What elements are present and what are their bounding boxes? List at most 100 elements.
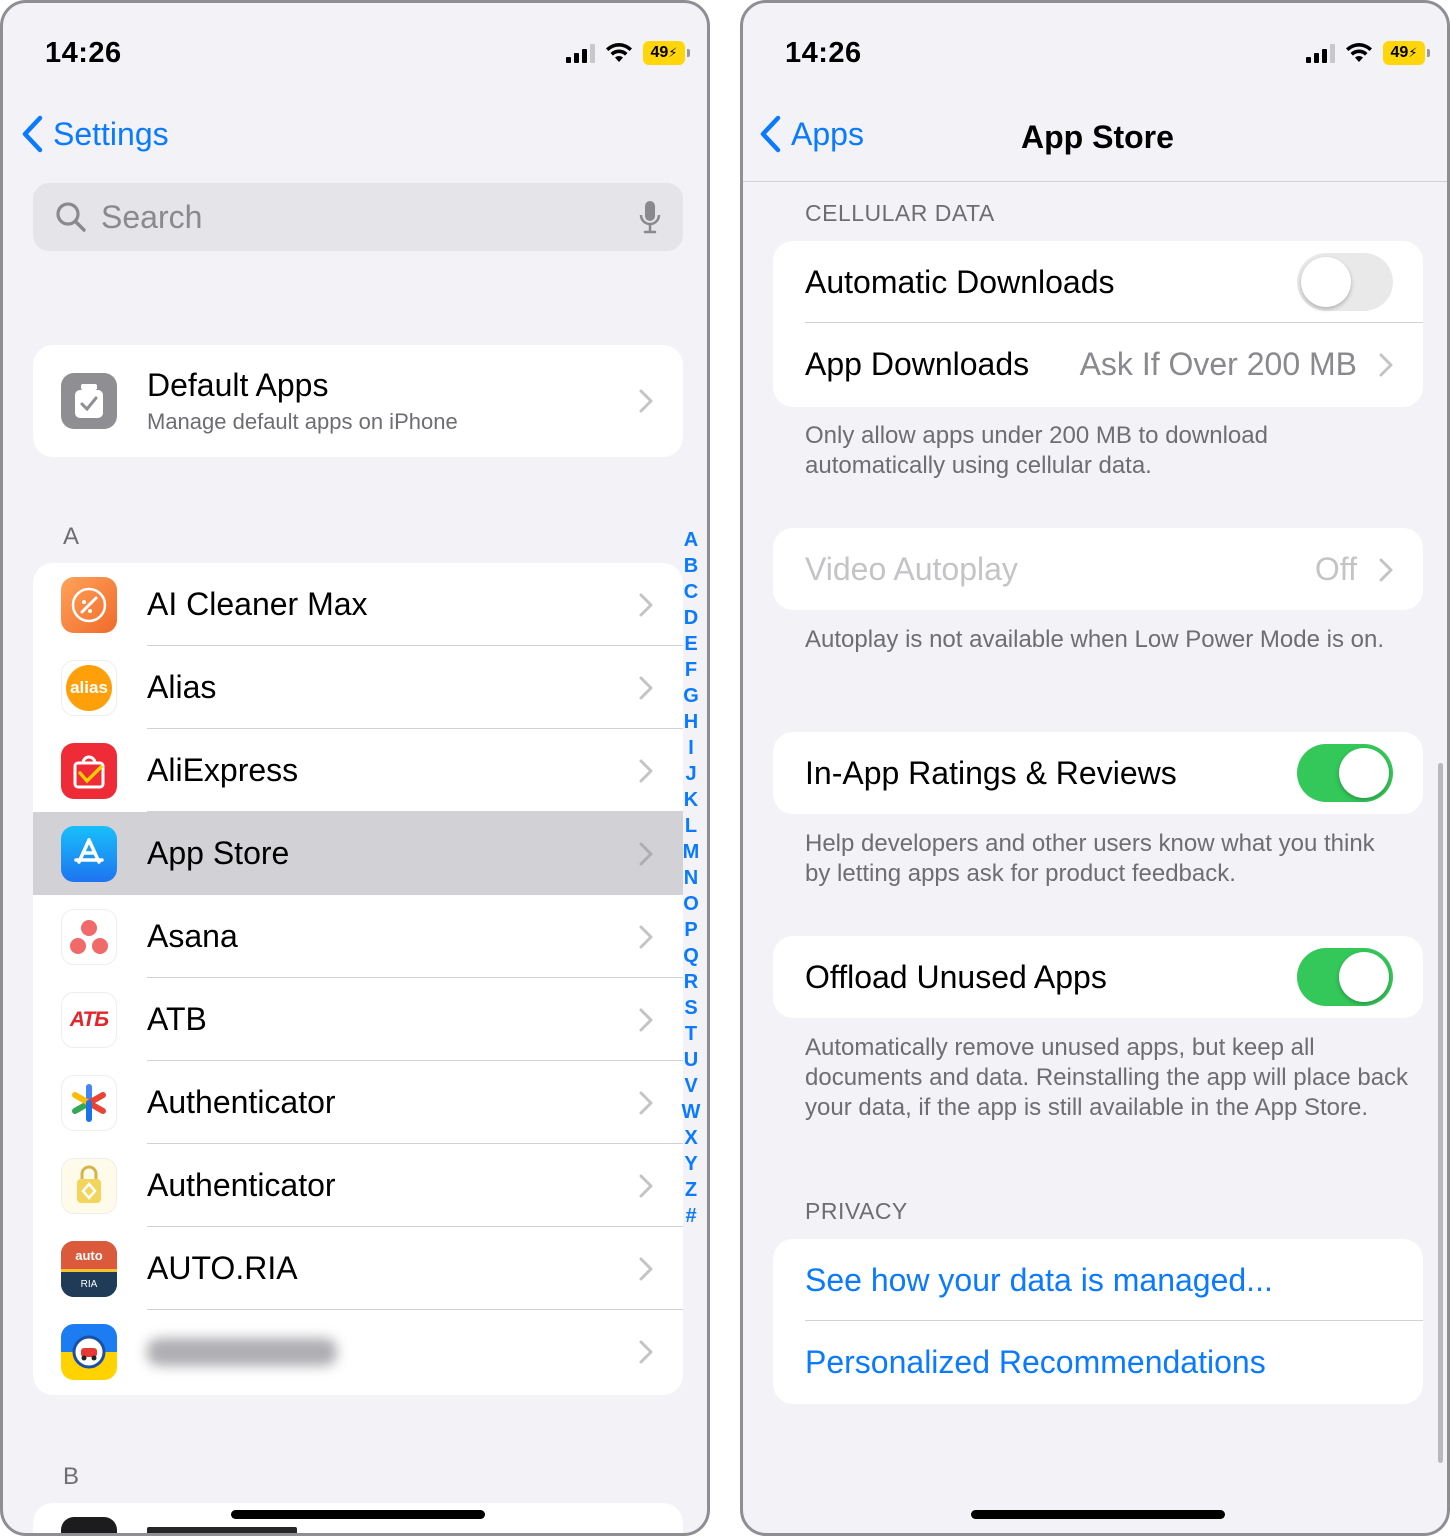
index-letter[interactable]: M: [683, 839, 700, 865]
cellular-signal-icon: [1306, 43, 1335, 63]
asana-icon: [61, 909, 117, 965]
charging-bolt-icon: ⚡: [668, 45, 678, 60]
default-apps-row[interactable]: Default Apps Manage default apps on iPho…: [33, 345, 683, 457]
index-letter[interactable]: K: [684, 787, 698, 813]
atb-icon: ATБ: [61, 992, 117, 1048]
chevron-right-icon: [639, 1174, 653, 1198]
video-autoplay-label: Video Autoplay: [805, 550, 1018, 587]
home-indicator[interactable]: [231, 1510, 485, 1519]
default-apps-title: Default Apps: [147, 367, 329, 403]
automatic-downloads-label: Automatic Downloads: [805, 263, 1115, 300]
status-bar: 14:26 49 ⚡: [743, 3, 1447, 103]
app-row-blurred[interactable]: [33, 1310, 683, 1393]
video-autoplay-value: Off: [1314, 550, 1357, 587]
app-row-authenticator-binance[interactable]: Authenticator: [33, 1144, 683, 1227]
status-bar: 14:26 49 ⚡: [3, 3, 707, 103]
index-letter[interactable]: S: [684, 995, 697, 1021]
app-row-ai-cleaner-max[interactable]: AI Cleaner Max: [33, 563, 683, 646]
atb-logo-text: ATБ: [69, 1008, 109, 1031]
app-label: Alias: [147, 669, 217, 705]
apps-list: AI Cleaner Max alias Alias AliExpress Ap…: [33, 563, 683, 1395]
chevron-right-icon: [1379, 558, 1393, 582]
chevron-right-icon: [639, 593, 653, 617]
index-letter[interactable]: J: [685, 761, 696, 787]
cellular-data-group: Automatic Downloads App Downloads Ask If…: [773, 241, 1423, 407]
offload-group: Offload Unused Apps: [773, 936, 1423, 1018]
app-downloads-label: App Downloads: [805, 345, 1030, 382]
app-row-atb[interactable]: ATБ ATB: [33, 978, 683, 1061]
index-letter[interactable]: E: [684, 631, 697, 657]
home-indicator[interactable]: [971, 1510, 1225, 1519]
ratings-footer: Help developers and other users know wha…: [805, 830, 1375, 887]
index-letter[interactable]: Y: [684, 1151, 697, 1177]
index-letter[interactable]: H: [684, 709, 698, 735]
personalized-recommendations-link[interactable]: Personalized Recommendations: [805, 1344, 1266, 1381]
index-letter[interactable]: T: [685, 1021, 697, 1047]
personalized-recommendations-row[interactable]: Personalized Recommendations: [773, 1321, 1423, 1403]
scroll-indicator[interactable]: [1438, 763, 1443, 1463]
index-letter[interactable]: U: [684, 1047, 698, 1073]
index-letter[interactable]: O: [683, 891, 699, 917]
offload-unused-apps-row: Offload Unused Apps: [773, 936, 1423, 1018]
alphabet-index[interactable]: A B C D E F G H I J K L M N O P Q R S T U V W X Y Z #: [681, 527, 701, 1229]
app-row-alias[interactable]: alias Alias: [33, 646, 683, 729]
app-row-authenticator-google[interactable]: Authenticator: [33, 1061, 683, 1144]
in-app-ratings-label: In-App Ratings & Reviews: [805, 754, 1177, 791]
index-letter[interactable]: P: [684, 917, 697, 943]
see-data-managed-link[interactable]: See how your data is managed...: [805, 1262, 1273, 1299]
google-authenticator-icon: [61, 1075, 117, 1131]
blurred-app-icon: [61, 1324, 117, 1380]
index-letter[interactable]: L: [685, 813, 697, 839]
index-letter[interactable]: V: [684, 1073, 697, 1099]
microphone-icon[interactable]: [639, 200, 661, 234]
app-row-app-store[interactable]: App Store: [33, 812, 683, 895]
binance-authenticator-icon: [61, 1158, 117, 1214]
status-time: 14:26: [45, 37, 122, 69]
search-field[interactable]: Search: [33, 183, 683, 251]
chevron-right-icon: [639, 1008, 653, 1032]
cellular-data-footer: Only allow apps under 200 MB to download…: [805, 422, 1268, 479]
back-label: Apps: [791, 115, 864, 152]
partial-app-label: [147, 1527, 297, 1533]
offload-unused-apps-toggle[interactable]: [1297, 948, 1393, 1006]
battery-level: 49: [650, 44, 669, 61]
automatic-downloads-toggle[interactable]: [1297, 253, 1393, 311]
app-label: AliExpress: [147, 752, 299, 788]
app-row-asana[interactable]: Asana: [33, 895, 683, 978]
app-downloads-row[interactable]: App Downloads Ask If Over 200 MB: [773, 323, 1423, 405]
app-label: AI Cleaner Max: [147, 586, 368, 622]
index-letter[interactable]: G: [683, 683, 699, 709]
chevron-right-icon: [639, 842, 653, 866]
app-label: Asana: [147, 918, 238, 954]
search-placeholder: Search: [101, 198, 203, 235]
app-label: ATB: [147, 1001, 207, 1037]
back-label: Settings: [53, 115, 169, 152]
back-to-settings-button[interactable]: Settings: [21, 115, 169, 153]
in-app-ratings-row: In-App Ratings & Reviews: [773, 732, 1423, 814]
app-row-auto-ria[interactable]: auto RIA AUTO.RIA: [33, 1227, 683, 1310]
video-autoplay-row: Video Autoplay Off: [773, 528, 1423, 610]
index-letter[interactable]: I: [688, 735, 694, 761]
index-letter[interactable]: A: [684, 527, 698, 553]
index-letter[interactable]: W: [682, 1099, 701, 1125]
autoplay-footer: Autoplay is not available when Low Power…: [805, 626, 1384, 653]
index-letter[interactable]: B: [684, 553, 698, 579]
index-letter[interactable]: Z: [685, 1177, 697, 1203]
privacy-group: See how your data is managed... Personal…: [773, 1239, 1423, 1404]
default-apps-icon: [61, 373, 117, 429]
index-letter[interactable]: F: [685, 657, 697, 683]
in-app-ratings-toggle[interactable]: [1297, 744, 1393, 802]
index-letter[interactable]: C: [684, 579, 698, 605]
index-letter[interactable]: Q: [683, 943, 699, 969]
index-letter[interactable]: N: [684, 865, 698, 891]
index-letter[interactable]: R: [684, 969, 698, 995]
index-letter[interactable]: #: [685, 1203, 696, 1229]
wifi-icon: [1346, 43, 1372, 62]
index-letter[interactable]: X: [684, 1125, 697, 1151]
privacy-data-link-row[interactable]: See how your data is managed...: [773, 1239, 1423, 1321]
app-row-aliexpress[interactable]: AliExpress: [33, 729, 683, 812]
back-to-apps-button[interactable]: Apps: [759, 115, 864, 153]
chevron-right-icon: [1379, 353, 1393, 377]
index-letter[interactable]: D: [684, 605, 698, 631]
app-label: Authenticator: [147, 1084, 336, 1120]
